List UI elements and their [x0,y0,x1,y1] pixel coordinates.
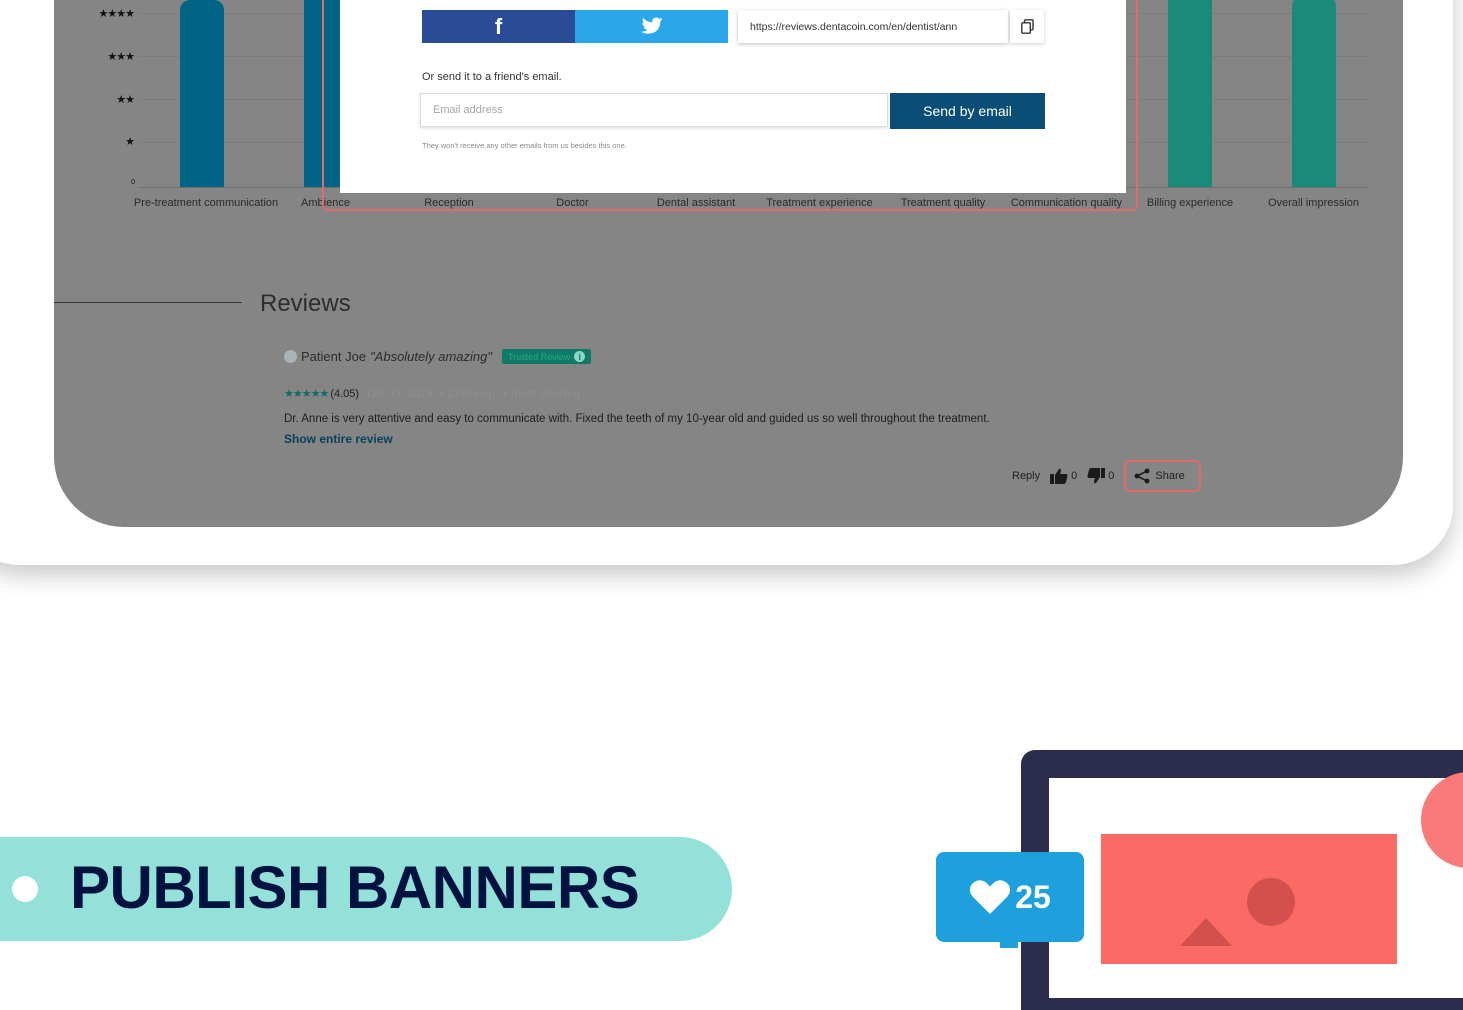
like-counter-badge: 25 [936,852,1084,942]
send-by-email-button[interactable]: Send by email [890,93,1045,129]
dislike-button[interactable]: 0 [1087,468,1114,484]
send-to-friend-label: Or send it to a friend's email. [422,71,562,83]
y-tick-label: ★★★★ [98,8,135,20]
y-tick-label: ★★ [116,94,135,106]
review-meta: ★★★★★ (4.05) Dec 17, 2019 • Check-up • T… [284,387,581,401]
x-tick-label: Reception [424,197,474,209]
like-count-value: 25 [1015,878,1051,915]
rating-stars: ★★★★★ [284,388,329,400]
reviews-title: Reviews [260,290,351,317]
x-tick-label: Pre-treatment communication [133,197,279,209]
review-tag: • Tooth cleaning [502,387,581,400]
chart-bar [1291,0,1336,187]
info-icon[interactable]: i [574,351,586,362]
bullet-dot [12,876,38,902]
reply-button[interactable]: Reply [1012,470,1040,482]
thumbs-down-icon [1087,468,1106,484]
x-tick-label: Billing experience [1146,197,1234,209]
avatar[interactable] [284,350,297,363]
mountain-icon [1180,918,1232,946]
x-tick-label: Treatment quality [900,197,986,209]
x-tick-label: Ambience [301,197,350,209]
rating-value: (4.05) [330,387,360,400]
review-tag: • Check-up [440,387,495,400]
review-author[interactable]: Patient Joe [301,349,366,364]
share-icon [1134,468,1150,484]
like-button[interactable]: 0 [1050,468,1077,484]
heart-icon [970,880,1011,914]
review-text: Dr. Anne is very attentive and easy to c… [284,413,990,425]
share-url-field[interactable]: https://reviews.dentacoin.com/en/dentist… [738,10,1008,43]
x-tick-label: Overall impression [1267,197,1360,209]
review-actions: Reply 0 0 Share [1012,460,1201,492]
twitter-icon [640,17,663,34]
review-header: Patient Joe "Absolutely amazing" Trusted… [284,349,592,364]
y-tick-label: 0 [131,179,135,186]
facebook-share-button[interactable]: f [422,10,575,43]
y-tick-label: ★ [125,136,135,148]
x-tick-label: Communication quality [1010,197,1123,209]
twitter-share-button[interactable] [575,10,728,43]
chart-bar [180,0,224,187]
trusted-review-badge: Trusted Review i [502,349,592,364]
x-tick-label: Dental assistant [656,197,736,209]
reviews-divider [54,302,242,303]
review-quote: "Absolutely amazing" [370,349,493,364]
y-tick-label: ★★★ [107,51,135,63]
dislike-count: 0 [1108,470,1115,482]
facebook-icon: f [494,13,503,39]
x-tick-label: Doctor [556,197,589,209]
sun-icon [1247,878,1295,926]
section-heading: PUBLISH BANNERS [70,854,640,921]
copy-icon [1020,19,1034,34]
x-tick-label: Treatment experience [766,197,873,209]
copy-url-button[interactable] [1010,10,1044,43]
review-date: Dec 17, 2019 [367,387,433,400]
privacy-note: They won't receive any other emails from… [422,141,627,150]
trusted-review-label: Trusted Review [508,351,571,362]
share-button[interactable]: Share [1124,460,1201,492]
show-entire-review-link[interactable]: Show entire review [284,432,393,446]
share-label: Share [1155,470,1185,482]
email-address-input[interactable] [420,93,888,127]
chart-bar [1168,0,1212,187]
like-count: 0 [1071,470,1078,482]
thumbs-up-icon [1050,468,1068,484]
